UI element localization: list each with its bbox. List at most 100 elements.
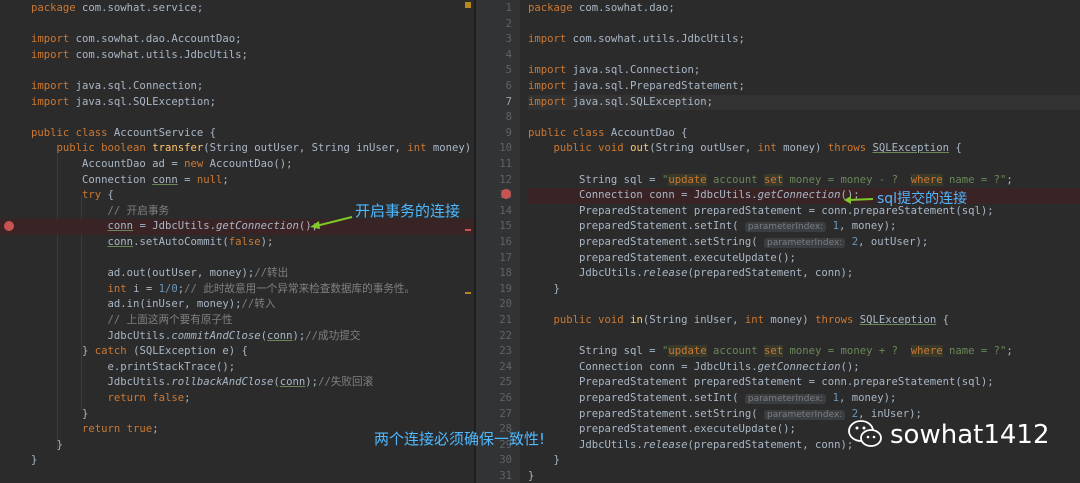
code-line[interactable]: import com.sowhat.dao.AccountDao; <box>0 32 474 48</box>
warning-marker-icon[interactable] <box>465 292 471 294</box>
code-line[interactable]: Connection conn = JdbcUtils.getConnectio… <box>528 360 1080 376</box>
code-line[interactable]: } <box>0 407 474 423</box>
code-token: throws <box>827 142 873 155</box>
code-token: money) { <box>432 142 472 155</box>
code-line[interactable] <box>0 110 474 126</box>
code-line[interactable]: import java.sql.SQLException; <box>0 95 474 111</box>
code-token: package <box>528 2 580 14</box>
code-line[interactable]: } <box>528 469 1080 483</box>
line-number: 15 <box>499 220 512 233</box>
line-number: 14 <box>499 204 512 217</box>
code-line[interactable]: public boolean transfer(String outUser, … <box>0 141 474 157</box>
code-line[interactable]: public void in(String inUser, int money)… <box>528 313 1080 329</box>
code-line[interactable]: conn.setAutoCommit(false); <box>0 235 474 251</box>
line-number: 31 <box>499 470 512 482</box>
code-line[interactable]: return false; <box>0 391 474 407</box>
code-line[interactable]: preparedStatement.setString( parameterIn… <box>528 235 1080 251</box>
code-token: } <box>31 438 63 451</box>
line-number: 10 <box>499 142 512 155</box>
code-token: getConnection <box>757 360 841 373</box>
code-line[interactable]: e.printStackTrace(); <box>0 360 474 376</box>
code-line[interactable]: JdbcUtils.commitAndClose(conn);//成功提交 <box>0 329 474 345</box>
code-token: (); <box>840 360 860 373</box>
line-number: 20 <box>499 298 512 311</box>
code-token: AccountDao(); <box>209 158 293 170</box>
code-token: java.sql.SQLException; <box>572 95 713 108</box>
code-token: import <box>31 33 76 46</box>
code-line[interactable] <box>528 329 1080 345</box>
code-line[interactable] <box>528 48 1080 64</box>
code-line[interactable]: public class AccountDao { <box>528 126 1080 142</box>
code-token: { <box>107 189 114 202</box>
code-line[interactable]: package com.sowhat.service; <box>0 1 474 17</box>
code-line[interactable] <box>528 110 1080 126</box>
code-line[interactable]: import java.sql.Connection; <box>528 63 1080 79</box>
code-token: java.sql.Connection; <box>572 64 701 77</box>
code-token: //成功提交 <box>305 329 361 342</box>
code-token: , money); <box>838 220 897 233</box>
code-line[interactable]: preparedStatement.setInt( parameterIndex… <box>528 391 1080 407</box>
code-line[interactable]: } <box>528 453 1080 469</box>
code-line[interactable]: String sql = "update account set money =… <box>528 173 1080 189</box>
code-line[interactable]: package com.sowhat.dao; <box>528 1 1080 17</box>
code-line[interactable]: import java.sql.SQLException; <box>528 94 1080 111</box>
code-token: set <box>764 345 784 358</box>
code-token: java.sql.PreparedStatement; <box>572 80 745 92</box>
code-line[interactable]: ad.in(inUser, money);//转入 <box>0 297 474 313</box>
code-line[interactable]: import java.sql.Connection; <box>0 79 474 95</box>
code-line[interactable]: Connection conn = null; <box>0 173 474 189</box>
code-line[interactable] <box>0 17 474 33</box>
code-token: conn <box>267 329 293 342</box>
code-line[interactable]: Connection conn = JdbcUtils.getConnectio… <box>528 188 1080 204</box>
left-editor-pane[interactable]: package com.sowhat.service; import com.so… <box>0 0 474 483</box>
code-token: try <box>82 189 108 202</box>
code-line[interactable]: } catch (SQLException e) { <box>0 344 474 360</box>
warning-marker-icon[interactable] <box>465 2 471 8</box>
code-line[interactable]: JdbcUtils.rollbackAndClose(conn);//失败回滚 <box>0 375 474 391</box>
code-line[interactable] <box>528 17 1080 33</box>
code-token: import <box>31 48 76 61</box>
code-line[interactable]: String sql = "update account set money =… <box>528 344 1080 360</box>
code-line[interactable]: public void out(String outUser, int mone… <box>528 141 1080 157</box>
code-token: .setAutoCommit( <box>133 236 229 248</box>
code-line[interactable]: preparedStatement.setInt( parameterIndex… <box>528 219 1080 235</box>
code-line[interactable] <box>0 63 474 79</box>
breakpoint-icon[interactable] <box>4 221 14 231</box>
code-line[interactable]: PreparedStatement preparedStatement = co… <box>528 204 1080 220</box>
code-line[interactable] <box>528 297 1080 313</box>
code-token: ); <box>305 376 319 389</box>
code-line[interactable]: conn = JdbcUtils.getConnection(); <box>0 219 474 235</box>
code-token: e.printStackTrace(); <box>31 360 236 373</box>
code-token: preparedStatement.setInt( <box>528 392 745 404</box>
error-marker-icon[interactable] <box>465 229 471 231</box>
code-line[interactable]: PreparedStatement preparedStatement = co… <box>528 375 1080 391</box>
code-line[interactable]: AccountDao ad = new AccountDao(); <box>0 157 474 173</box>
code-line[interactable] <box>528 157 1080 173</box>
code-token: where <box>910 173 943 186</box>
code-token: ad.in(inUser, money); <box>31 298 242 311</box>
code-line[interactable]: public class AccountService { <box>0 126 474 142</box>
code-token: conn <box>107 220 134 233</box>
code-line[interactable]: } <box>528 282 1080 298</box>
code-line[interactable] <box>0 251 474 267</box>
code-line[interactable]: JdbcUtils.release(preparedStatement, con… <box>528 266 1080 282</box>
code-line[interactable]: } <box>0 453 474 469</box>
code-line[interactable]: import java.sql.PreparedStatement; <box>528 79 1080 95</box>
code-token: new <box>184 158 210 170</box>
breakpoint-icon[interactable] <box>501 189 511 199</box>
code-line[interactable]: preparedStatement.executeUpdate(); <box>528 251 1080 267</box>
code-line[interactable]: ad.out(outUser, money);//转出 <box>0 266 474 282</box>
code-token: com.sowhat.utils.JdbcUtils; <box>572 33 745 46</box>
code-token: } <box>31 345 95 358</box>
right-editor-pane[interactable]: 1234567891011121314151617181920212223242… <box>476 0 1080 483</box>
line-number: 27 <box>499 407 512 420</box>
line-number: 22 <box>499 329 512 342</box>
code-line[interactable]: int i = 1/0;// 此时故意用一个异常来检查数据库的事务性。 <box>0 282 474 298</box>
code-line[interactable]: import com.sowhat.utils.JdbcUtils; <box>0 48 474 64</box>
code-line[interactable]: import com.sowhat.utils.JdbcUtils; <box>528 32 1080 48</box>
code-line[interactable]: // 上面这两个要有原子性 <box>0 313 474 329</box>
code-token: money) <box>770 314 816 326</box>
